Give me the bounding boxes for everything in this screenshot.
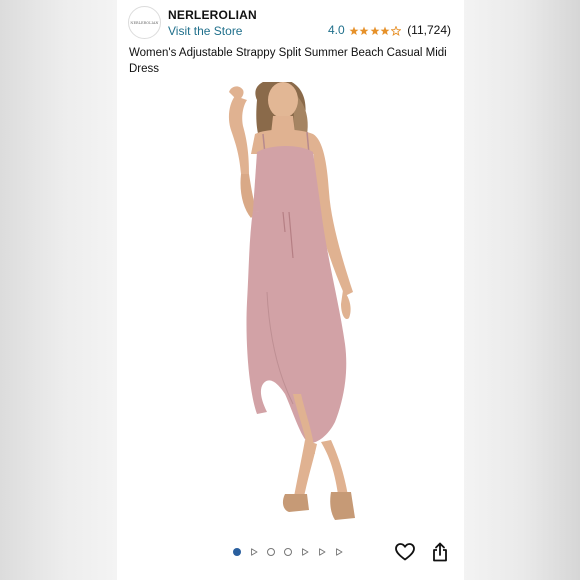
model-in-dress-illustration xyxy=(228,82,355,520)
star-filled-icon xyxy=(349,25,359,35)
seller-logo-text: NERLEROLIAN xyxy=(130,20,159,25)
image-indicator-dot[interactable] xyxy=(233,548,241,556)
product-card: NERLEROLIAN NERLEROLIAN Visit the Store … xyxy=(117,0,464,580)
video-thumbnail-indicator-icon[interactable] xyxy=(335,548,343,556)
product-header: NERLEROLIAN NERLEROLIAN Visit the Store … xyxy=(117,0,464,82)
image-gallery-controls xyxy=(117,525,464,580)
gallery-dots xyxy=(233,548,352,556)
video-thumbnail-indicator-icon[interactable] xyxy=(301,548,309,556)
rating-value: 4.0 xyxy=(328,23,345,37)
seller-name: NERLEROLIAN xyxy=(168,8,257,22)
rating-summary[interactable]: 4.0 (11,724) xyxy=(328,23,451,37)
video-thumbnail-indicator-icon[interactable] xyxy=(318,548,326,556)
star-empty-icon xyxy=(389,25,402,37)
star-filled-icon xyxy=(359,25,369,35)
background-right xyxy=(464,0,580,580)
visit-store-link[interactable]: Visit the Store xyxy=(168,24,242,38)
star-filled-icon xyxy=(380,25,390,35)
background-left xyxy=(0,0,117,580)
product-image[interactable] xyxy=(117,82,464,525)
video-thumbnail-indicator-icon[interactable] xyxy=(250,548,258,556)
star-rating xyxy=(349,25,402,37)
seller-logo[interactable]: NERLEROLIAN xyxy=(128,6,161,39)
rating-count[interactable]: (11,724) xyxy=(407,23,451,37)
heart-icon[interactable] xyxy=(395,543,415,561)
share-icon[interactable] xyxy=(431,542,449,562)
image-indicator-dot[interactable] xyxy=(284,548,292,556)
star-filled-icon xyxy=(370,25,380,35)
product-title: Women's Adjustable Strappy Split Summer … xyxy=(129,47,447,75)
image-indicator-dot[interactable] xyxy=(267,548,275,556)
